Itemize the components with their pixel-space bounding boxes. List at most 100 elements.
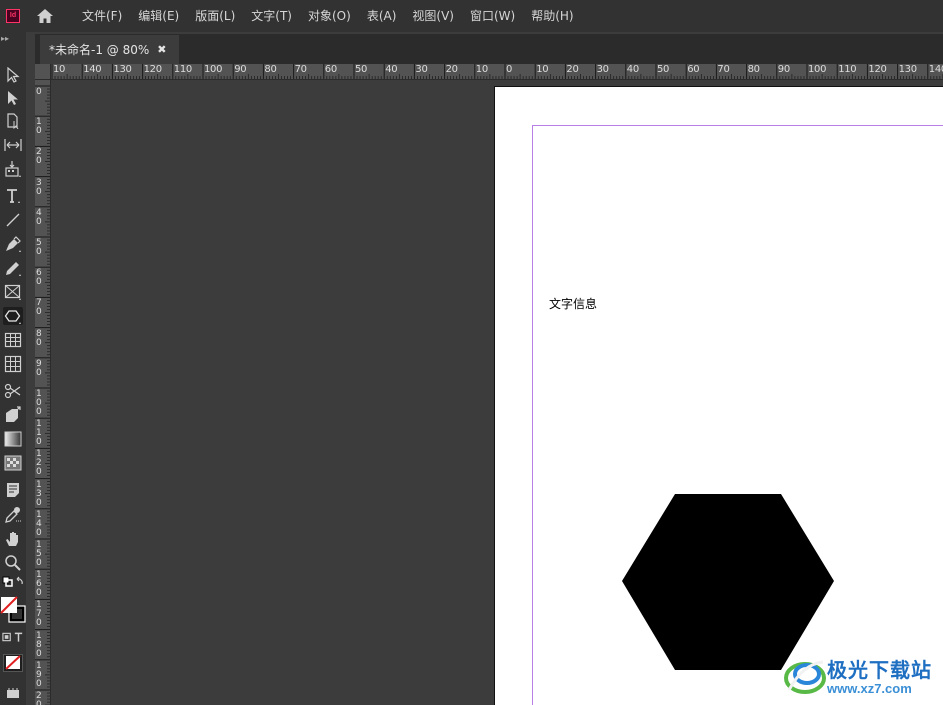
ruler-label: 10: [536, 64, 549, 75]
pen-tool-icon[interactable]: [2, 233, 24, 255]
ruler-label: 0: [36, 588, 42, 599]
line-tool-icon[interactable]: [2, 209, 24, 231]
horizontal-ruler[interactable]: 10 140 130 120 110 100 90 80 70 60 50 40 30 20 10 0 10 20…: [35, 64, 943, 80]
ruler-label: 10: [53, 64, 66, 75]
ruler-label: 130: [113, 64, 132, 75]
panel-grip-icon[interactable]: ▸▸: [0, 34, 26, 44]
ruler-label: 0: [36, 126, 42, 137]
ruler-label: 0: [36, 337, 42, 348]
menu-type[interactable]: 文字(T): [243, 0, 300, 32]
menu-edit[interactable]: 编辑(E): [130, 0, 187, 32]
ruler-label: 0: [36, 216, 42, 227]
ruler-label: 0: [36, 367, 42, 378]
fill-stroke-swatches[interactable]: [0, 594, 26, 626]
document-tab[interactable]: *未命名-1 @ 80% ✖: [40, 35, 179, 64]
ruler-label: 20: [566, 64, 579, 75]
ruler-label: 0: [36, 467, 42, 478]
ruler-label: 0: [36, 678, 42, 689]
default-fill-stroke-icon[interactable]: [2, 576, 24, 590]
page-tool-icon[interactable]: [2, 110, 24, 132]
screen-mode-icon[interactable]: [2, 682, 24, 704]
ruler-origin[interactable]: [35, 64, 51, 80]
polygon-tool-icon[interactable]: [2, 305, 24, 327]
content-collector-tool-icon[interactable]: [2, 158, 24, 180]
free-transform-tool-icon[interactable]: [2, 404, 24, 426]
watermark-title: 极光下载站: [827, 658, 932, 682]
ruler-label: 30: [596, 64, 609, 75]
table-tool-icon[interactable]: [2, 329, 24, 351]
ruler-label: 60: [687, 64, 700, 75]
close-icon[interactable]: ✖: [157, 43, 166, 56]
zoom-tool-icon[interactable]: [2, 552, 24, 574]
menu-view[interactable]: 视图(V): [404, 0, 462, 32]
ruler-label: 60: [324, 64, 337, 75]
ruler-label: 70: [717, 64, 730, 75]
document-tab-title: *未命名-1 @ 80%: [49, 43, 150, 57]
ruler-label: 0: [36, 497, 42, 508]
ruler-label: 0: [36, 407, 42, 417]
rectangle-frame-tool-icon[interactable]: [2, 281, 24, 303]
ruler-label: 0: [36, 156, 42, 167]
eyedropper-tool-icon[interactable]: [2, 504, 24, 526]
menu-object[interactable]: 对象(O): [300, 0, 359, 32]
selection-tool-icon[interactable]: [2, 64, 24, 86]
hand-tool-icon[interactable]: [2, 528, 24, 550]
direct-selection-tool-icon[interactable]: [2, 87, 24, 109]
watermark: 极光下载站 www.xz7.com: [783, 652, 943, 700]
home-icon[interactable]: [34, 5, 56, 27]
watermark-logo-icon: [784, 660, 826, 694]
app-logo: Id: [6, 9, 20, 23]
ruler-label: 0: [36, 247, 42, 257]
ruler-label: 90: [777, 64, 790, 75]
ruler-label: 120: [143, 64, 162, 75]
ruler-label: 0: [36, 648, 42, 659]
ruler-label: 0: [36, 700, 42, 705]
ruler-label: 80: [264, 64, 277, 75]
formatting-container-icon[interactable]: [2, 630, 24, 644]
ruler-label: 20: [445, 64, 458, 75]
horizontal-ruler-ticks: [51, 64, 943, 79]
type-tool-icon[interactable]: [2, 185, 24, 207]
note-tool-icon[interactable]: [2, 479, 24, 501]
menu-help[interactable]: 帮助(H): [523, 0, 581, 32]
ruler-label: 0: [36, 277, 42, 288]
document-tab-bar: *未命名-1 @ 80% ✖: [35, 34, 943, 64]
ruler-label: 0: [36, 186, 42, 197]
ruler-label: 110: [838, 64, 857, 75]
ruler-label: 110: [173, 64, 192, 75]
ruler-label: 100: [808, 64, 827, 75]
ruler-label: 40: [626, 64, 639, 75]
column-tool-icon[interactable]: [2, 353, 24, 375]
ruler-label: 10: [475, 64, 488, 75]
text-frame[interactable]: 文字信息: [549, 295, 597, 312]
ruler-label: 120: [868, 64, 887, 75]
indesign-window: Id 文件(F) 编辑(E) 版面(L) 文字(T) 对象(O) 表(A) 视图…: [0, 0, 943, 705]
ruler-label: 0: [36, 87, 42, 97]
menu-layout[interactable]: 版面(L): [187, 0, 243, 32]
ruler-label: 40: [385, 64, 398, 75]
menu-file[interactable]: 文件(F): [74, 0, 130, 32]
ruler-label: 0: [36, 618, 42, 629]
hexagon-shape[interactable]: [622, 494, 834, 670]
ruler-label: 0: [36, 527, 42, 538]
vertical-ruler[interactable]: 0102030405060708090100110120130140150160…: [35, 80, 51, 705]
ruler-label: 100: [204, 64, 223, 75]
menu-items: 文件(F) 编辑(E) 版面(L) 文字(T) 对象(O) 表(A) 视图(V)…: [74, 0, 582, 32]
watermark-url: www.xz7.com: [827, 681, 912, 696]
gradient-feather-tool-icon[interactable]: [2, 452, 24, 474]
gap-tool-icon[interactable]: [2, 134, 24, 156]
ruler-label: 50: [657, 64, 670, 75]
menu-bar: Id 文件(F) 编辑(E) 版面(L) 文字(T) 对象(O) 表(A) 视图…: [0, 0, 943, 32]
ruler-label: 130: [898, 64, 917, 75]
menu-table[interactable]: 表(A): [359, 0, 405, 32]
gradient-swatch-tool-icon[interactable]: [2, 428, 24, 450]
ruler-label: 140: [83, 64, 102, 75]
ruler-label: 70: [294, 64, 307, 75]
scissors-tool-icon[interactable]: [2, 380, 24, 402]
tools-panel: ▸▸: [0, 32, 26, 705]
ruler-label: 0: [36, 437, 42, 448]
apply-none-icon[interactable]: [2, 652, 24, 674]
pencil-tool-icon[interactable]: [2, 257, 24, 279]
menu-window[interactable]: 窗口(W): [462, 0, 523, 32]
ruler-label: 0: [506, 64, 513, 75]
